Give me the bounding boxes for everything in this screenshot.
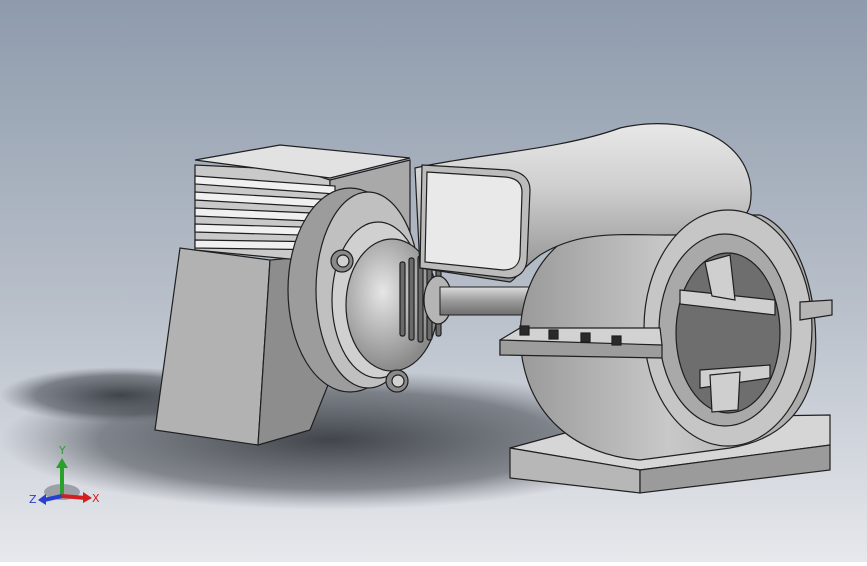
triad-y-label: Y (58, 444, 66, 457)
triad-x-arrow (83, 492, 92, 503)
triad-x-label: X (92, 492, 100, 505)
model-view[interactable] (0, 0, 867, 562)
triad-y-arrow (56, 458, 68, 468)
flange-bolt-lower (385, 369, 409, 393)
flange-bolt-upper (330, 249, 354, 273)
triad-x-axis (61, 494, 87, 500)
duct-inlet-inner (424, 171, 523, 271)
drive-shaft[interactable] (439, 286, 531, 316)
graphics-viewport[interactable]: Y X Z (0, 0, 867, 562)
triad-z-arrow (38, 494, 46, 505)
view-orientation-triad: Y X Z (28, 438, 108, 518)
triad-z-label: Z (29, 493, 37, 506)
